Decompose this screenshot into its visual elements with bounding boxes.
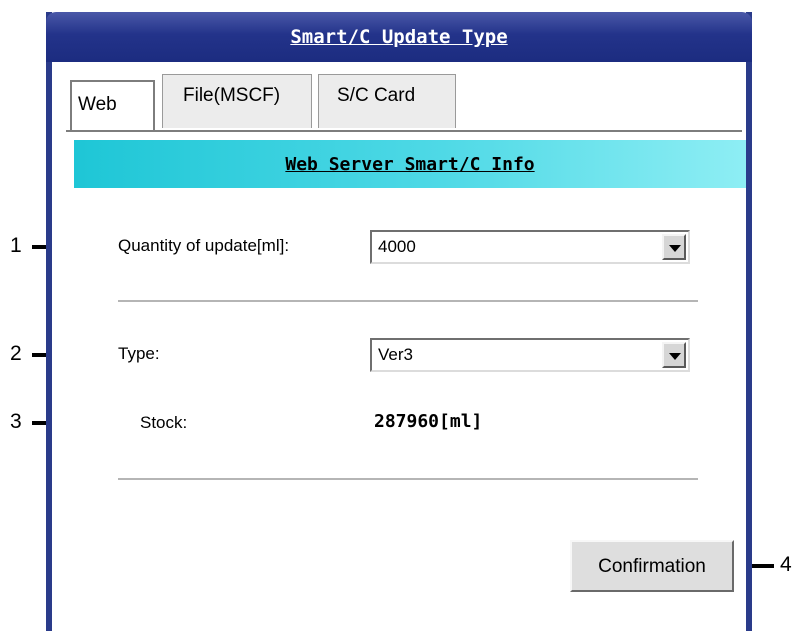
divider [118,300,698,302]
tab-sc-card[interactable]: S/C Card [318,74,456,128]
window-title: Smart/C Update Type [290,26,508,48]
tab-divider [66,130,742,132]
chevron-down-icon[interactable] [662,234,686,260]
callout-number-4: 4 [780,553,792,576]
panel-header: Web Server Smart/C Info [74,140,746,188]
stock-label: Stock: [140,413,188,432]
type-value: Ver3 [378,345,413,364]
smartc-update-window: Smart/C Update Type Web File(MSCF) S/C C… [46,12,752,631]
callout-number-2: 2 [10,342,22,365]
quantity-select[interactable]: 4000 [370,230,690,264]
stock-value: 287960[ml] [374,411,483,432]
divider [118,478,698,480]
callout-number-3: 3 [10,410,22,433]
quantity-label: Quantity of update[ml]: [118,236,290,255]
panel-header-text: Web Server Smart/C Info [285,154,535,175]
type-label: Type: [118,344,160,363]
type-select[interactable]: Ver3 [370,338,690,372]
confirmation-button[interactable]: Confirmation [570,540,734,592]
tab-file-mscf[interactable]: File(MSCF) [162,74,312,128]
chevron-down-icon[interactable] [662,342,686,368]
quantity-value: 4000 [378,237,416,256]
title-bar: Smart/C Update Type [46,12,752,62]
tab-web[interactable]: Web [70,80,155,130]
callout-number-1: 1 [10,234,22,257]
